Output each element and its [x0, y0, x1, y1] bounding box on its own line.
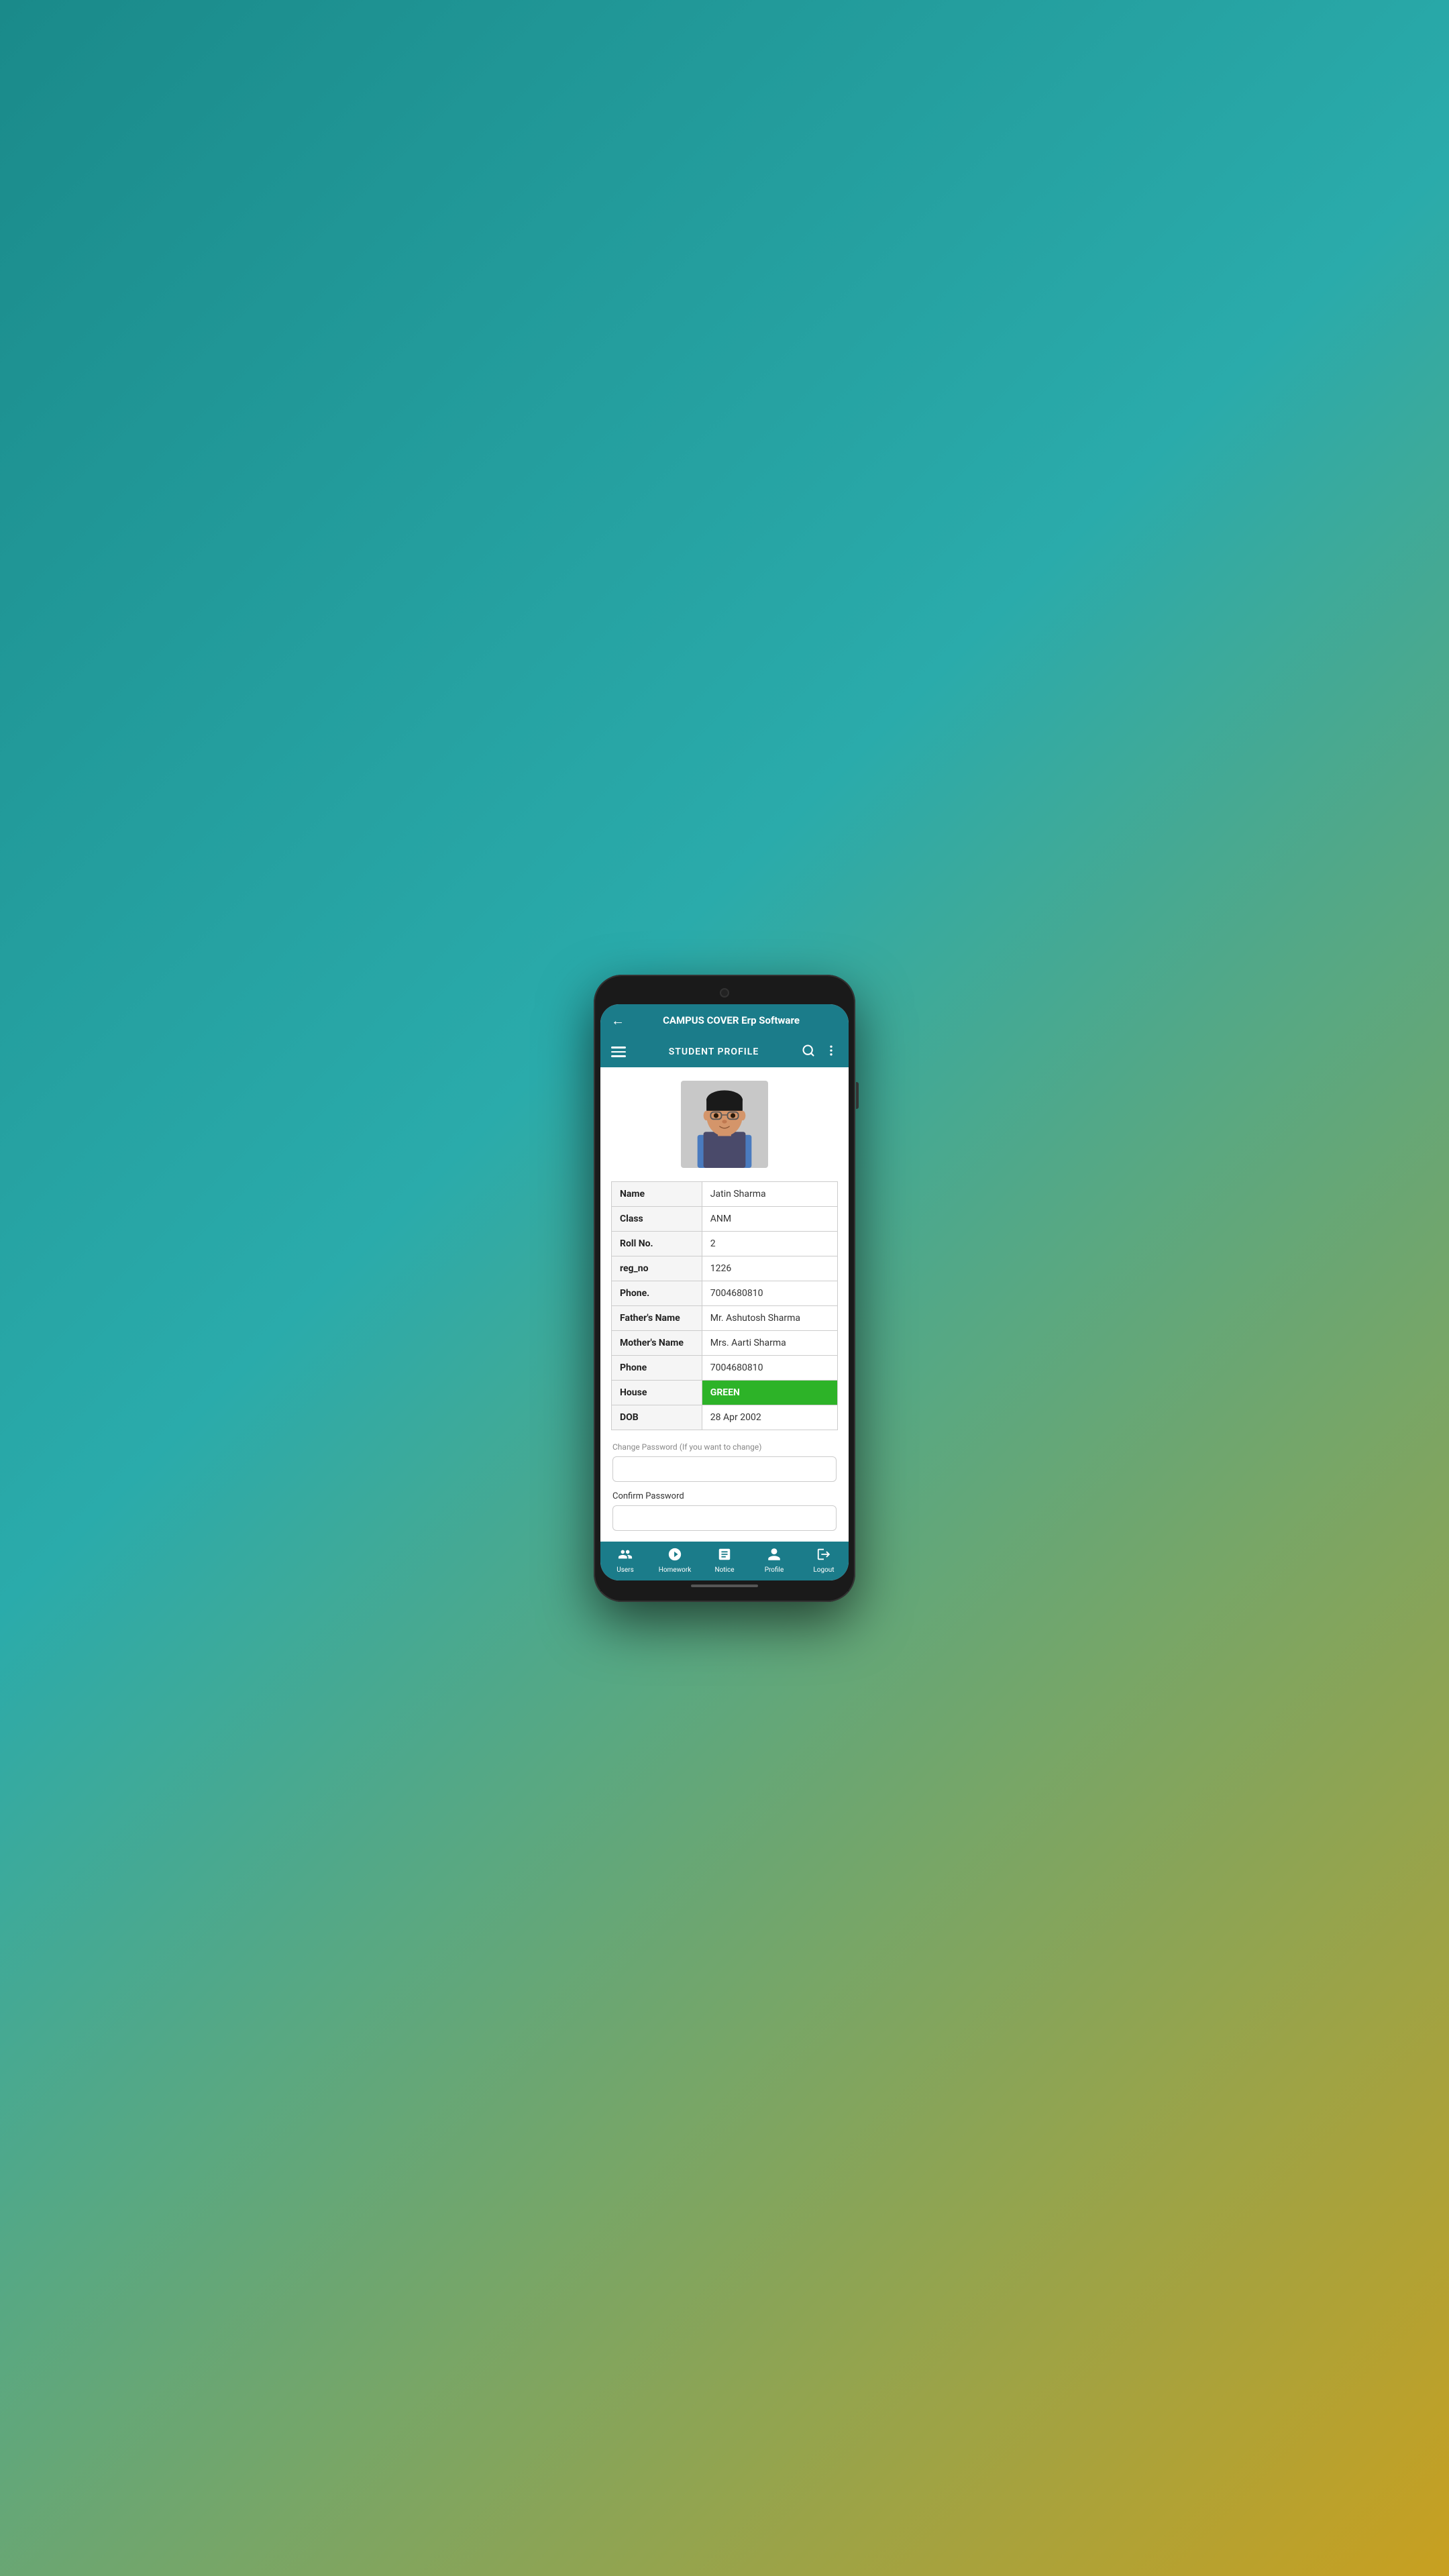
toolbar-right [802, 1044, 838, 1061]
nav-logout-label: Logout [813, 1566, 834, 1574]
table-row: House GREEN [612, 1380, 838, 1405]
table-row: Father's Name Mr. Ashutosh Sharma [612, 1305, 838, 1330]
label-mother: Mother's Name [612, 1330, 702, 1355]
label-reg: reg_no [612, 1256, 702, 1281]
sub-bar: STUDENT PROFILE [600, 1037, 849, 1067]
nav-notice[interactable]: Notice [700, 1547, 749, 1574]
profile-table: Name Jatin Sharma Class ANM Roll No. 2 r… [611, 1181, 838, 1430]
table-row: Roll No. 2 [612, 1231, 838, 1256]
bottom-nav: Users Homework Notice [600, 1542, 849, 1580]
confirm-password-input[interactable] [612, 1505, 837, 1531]
nav-profile-label: Profile [765, 1566, 784, 1574]
notice-icon [717, 1547, 732, 1564]
value-parent-phone: 7004680810 [702, 1355, 837, 1380]
table-row: Phone. 7004680810 [612, 1281, 838, 1305]
label-class: Class [612, 1206, 702, 1231]
value-roll: 2 [702, 1231, 837, 1256]
hamburger-button[interactable] [611, 1046, 626, 1057]
change-password-input[interactable] [612, 1456, 837, 1482]
app-title: CAMPUS COVER Erp Software [625, 1014, 838, 1026]
table-row: Class ANM [612, 1206, 838, 1231]
label-house: House [612, 1380, 702, 1405]
avatar-container [611, 1081, 838, 1168]
label-name: Name [612, 1181, 702, 1206]
profile-icon [767, 1547, 782, 1564]
table-row: Name Jatin Sharma [612, 1181, 838, 1206]
table-row: Phone 7004680810 [612, 1355, 838, 1380]
users-icon [618, 1547, 633, 1564]
change-password-hint: (If you want to change) [680, 1442, 762, 1452]
value-reg: 1226 [702, 1256, 837, 1281]
page-title: STUDENT PROFILE [626, 1046, 802, 1057]
top-bar: ← CAMPUS COVER Erp Software [600, 1004, 849, 1037]
side-button [856, 1082, 859, 1109]
value-class: ANM [702, 1206, 837, 1231]
value-dob: 28 Apr 2002 [702, 1405, 837, 1430]
change-password-label: Change Password (If you want to change) [612, 1442, 837, 1452]
nav-homework[interactable]: Homework [650, 1547, 700, 1574]
student-photo [681, 1081, 768, 1168]
phone-screen: ← CAMPUS COVER Erp Software STUDENT PROF… [600, 1004, 849, 1580]
label-father: Father's Name [612, 1305, 702, 1330]
home-bar [691, 1585, 758, 1587]
avatar [681, 1081, 768, 1168]
content-area: Name Jatin Sharma Class ANM Roll No. 2 r… [600, 1067, 849, 1542]
homework-icon [667, 1547, 682, 1564]
value-father: Mr. Ashutosh Sharma [702, 1305, 837, 1330]
camera-dot [720, 988, 729, 998]
table-row: DOB 28 Apr 2002 [612, 1405, 838, 1430]
value-phone: 7004680810 [702, 1281, 837, 1305]
nav-homework-label: Homework [659, 1566, 692, 1574]
table-row: Mother's Name Mrs. Aarti Sharma [612, 1330, 838, 1355]
nav-users[interactable]: Users [600, 1547, 650, 1574]
search-icon[interactable] [802, 1044, 815, 1061]
value-mother: Mrs. Aarti Sharma [702, 1330, 837, 1355]
label-phone: Phone. [612, 1281, 702, 1305]
nav-profile[interactable]: Profile [749, 1547, 799, 1574]
more-options-icon[interactable] [824, 1044, 838, 1061]
label-parent-phone: Phone [612, 1355, 702, 1380]
home-indicator [600, 1580, 849, 1591]
logout-icon [816, 1547, 831, 1564]
label-roll: Roll No. [612, 1231, 702, 1256]
label-dob: DOB [612, 1405, 702, 1430]
password-section: Change Password (If you want to change) … [611, 1442, 838, 1531]
table-row: reg_no 1226 [612, 1256, 838, 1281]
nav-users-label: Users [616, 1566, 634, 1574]
back-button[interactable]: ← [611, 1012, 625, 1029]
value-name: Jatin Sharma [702, 1181, 837, 1206]
confirm-password-label: Confirm Password [612, 1491, 837, 1501]
value-house: GREEN [702, 1380, 837, 1405]
nav-notice-label: Notice [714, 1566, 734, 1574]
nav-logout[interactable]: Logout [799, 1547, 849, 1574]
